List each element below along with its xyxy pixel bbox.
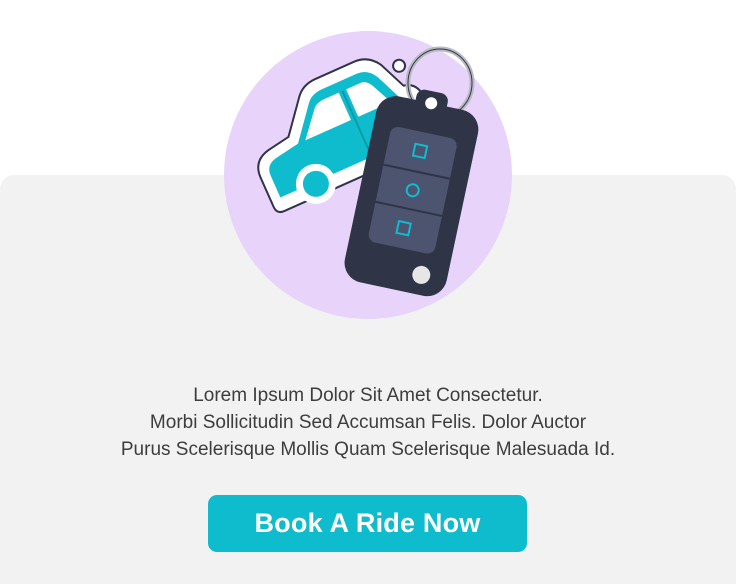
description-line-1: Lorem Ipsum Dolor Sit Amet Consectetur. bbox=[193, 385, 543, 406]
car-keychain-illustration bbox=[224, 31, 512, 319]
description-line-3: Purus Scelerisque Mollis Quam Scelerisqu… bbox=[120, 439, 616, 460]
description-line-2: Morbi Sollicitudin Sed Accumsan Felis. D… bbox=[149, 412, 587, 433]
description-text: Lorem Ipsum Dolor Sit Amet Consectetur. … bbox=[40, 382, 696, 463]
book-ride-button[interactable]: Book A Ride Now bbox=[208, 495, 527, 552]
page: Lorem Ipsum Dolor Sit Amet Consectetur. … bbox=[0, 0, 736, 584]
